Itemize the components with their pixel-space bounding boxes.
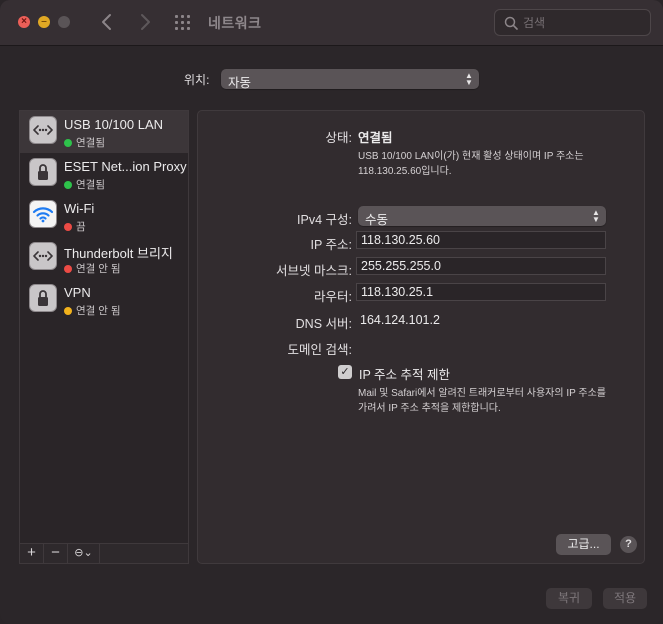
limit-ip-tracking-description-line2: 가려서 IP 주소 추적을 제한합니다. bbox=[358, 403, 501, 414]
chevron-up-down-icon: ▲ ▼ bbox=[592, 208, 600, 224]
location-popup[interactable]: 자동 ▲ ▼ bbox=[221, 69, 479, 90]
status-value: 연결됨 bbox=[358, 131, 393, 145]
service-status-text: 연결 안 됨 bbox=[76, 305, 121, 317]
status-description-line1: USB 10/100 LAN이(가) 현재 활성 상태이며 IP 주소는 bbox=[358, 151, 584, 162]
location-label: 위치: bbox=[184, 73, 210, 87]
status-dot-red bbox=[64, 264, 72, 273]
wifi-icon bbox=[29, 200, 57, 228]
service-status: 끔 bbox=[64, 219, 86, 234]
dns-server-value: 164.124.101.2 bbox=[360, 313, 440, 327]
chevron-right-icon bbox=[141, 14, 150, 30]
ip-address-label: IP 주소: bbox=[310, 238, 352, 252]
search-input[interactable] bbox=[523, 14, 643, 32]
service-status: 연결됨 bbox=[64, 135, 105, 150]
subnet-mask-label: 서브넷 마스크: bbox=[276, 264, 352, 278]
apply-button[interactable]: 적용 bbox=[603, 588, 647, 609]
service-action-menu-button[interactable]: ⊖⌄ bbox=[68, 544, 100, 563]
router-label: 라우터: bbox=[314, 290, 352, 304]
dns-server-label: DNS 서버: bbox=[295, 317, 352, 331]
service-name: ESET Net...ion Proxy bbox=[64, 159, 187, 174]
ipv4-config-value: 수동 bbox=[365, 213, 389, 227]
close-icon: × bbox=[21, 16, 27, 27]
back-button[interactable] bbox=[96, 11, 118, 33]
lock-icon bbox=[29, 158, 57, 186]
limit-ip-tracking-description-line1: Mail 및 Safari에서 알려진 트래커로부터 사용자의 IP 주소를 bbox=[358, 388, 606, 399]
remove-service-button[interactable]: − bbox=[44, 544, 68, 563]
advanced-button[interactable]: 고급... bbox=[556, 534, 611, 555]
minimize-window-button[interactable]: – bbox=[38, 16, 50, 28]
ipv4-config-label: IPv4 구성: bbox=[297, 213, 352, 227]
limit-ip-tracking-checkbox[interactable]: ✓ bbox=[338, 365, 352, 379]
service-status: 연결 안 됨 bbox=[64, 261, 120, 276]
service-list-toolbar: + − ⊖⌄ bbox=[19, 543, 189, 564]
zoom-window-button[interactable] bbox=[58, 16, 70, 28]
router-field[interactable]: 118.130.25.1 bbox=[356, 283, 606, 301]
ip-address-field[interactable]: 118.130.25.60 bbox=[356, 231, 606, 249]
status-dot-green bbox=[64, 138, 72, 147]
service-item-thunderbolt-bridge[interactable]: Thunderbolt 브리지 연결 안 됨 bbox=[20, 237, 188, 279]
add-service-button[interactable]: + bbox=[20, 544, 44, 563]
limit-ip-tracking-label: IP 주소 추적 제한 bbox=[359, 368, 451, 382]
service-name: USB 10/100 LAN bbox=[64, 117, 164, 132]
window-title: 네트워크 bbox=[208, 15, 262, 31]
service-name: VPN bbox=[64, 285, 91, 300]
status-dot-red bbox=[64, 222, 72, 231]
service-item-usb-lan[interactable]: USB 10/100 LAN 연결됨 bbox=[20, 111, 188, 153]
show-all-grid-icon[interactable] bbox=[175, 15, 193, 31]
title-bar: × – 네트워크 bbox=[0, 0, 663, 46]
search-icon bbox=[504, 16, 518, 30]
location-value: 자동 bbox=[228, 76, 252, 90]
service-item-vpn[interactable]: VPN 연결 안 됨 bbox=[20, 279, 188, 321]
ipv4-config-popup[interactable]: 수동 ▲ ▼ bbox=[358, 206, 606, 227]
help-button[interactable]: ? bbox=[620, 536, 637, 553]
status-dot-green bbox=[64, 180, 72, 189]
close-window-button[interactable]: × bbox=[18, 16, 30, 28]
service-status-text: 연결됨 bbox=[76, 137, 105, 149]
ethernet-icon bbox=[29, 242, 57, 270]
minimize-icon: – bbox=[41, 16, 47, 27]
search-domains-label: 도메인 검색: bbox=[287, 343, 352, 357]
search-field[interactable] bbox=[494, 9, 651, 36]
chevron-left-icon bbox=[102, 14, 111, 30]
revert-button[interactable]: 복귀 bbox=[546, 588, 592, 609]
service-name: Wi-Fi bbox=[64, 201, 95, 216]
chevron-up-down-icon: ▲ ▼ bbox=[465, 71, 473, 87]
service-detail-panel: 상태: 연결됨 USB 10/100 LAN이(가) 현재 활성 상태이며 IP… bbox=[197, 110, 645, 564]
service-name: Thunderbolt 브리지 bbox=[64, 246, 173, 261]
service-list[interactable]: USB 10/100 LAN 연결됨 ESET Net...ion Proxy … bbox=[19, 110, 189, 544]
service-status: 연결 안 됨 bbox=[64, 303, 120, 318]
service-status-text: 연결 안 됨 bbox=[76, 263, 121, 275]
ethernet-icon bbox=[29, 116, 57, 144]
status-dot-yellow bbox=[64, 306, 72, 315]
status-description-line2: 118.130.25.60입니다. bbox=[358, 166, 452, 177]
service-item-eset-proxy[interactable]: ESET Net...ion Proxy 연결됨 bbox=[20, 153, 188, 195]
service-item-wifi[interactable]: Wi-Fi 끔 bbox=[20, 195, 188, 237]
service-status: 연결됨 bbox=[64, 177, 105, 192]
lock-icon bbox=[29, 284, 57, 312]
service-status-text: 연결됨 bbox=[76, 179, 105, 191]
subnet-mask-field[interactable]: 255.255.255.0 bbox=[356, 257, 606, 275]
forward-button[interactable] bbox=[134, 11, 156, 33]
checkmark-icon: ✓ bbox=[340, 366, 350, 378]
network-preferences-window: × – 네트워크 위치: 자동 ▲▼ USB 10/100 LA bbox=[0, 0, 663, 624]
status-label: 상태: bbox=[325, 131, 352, 145]
service-status-text: 끔 bbox=[76, 221, 86, 233]
